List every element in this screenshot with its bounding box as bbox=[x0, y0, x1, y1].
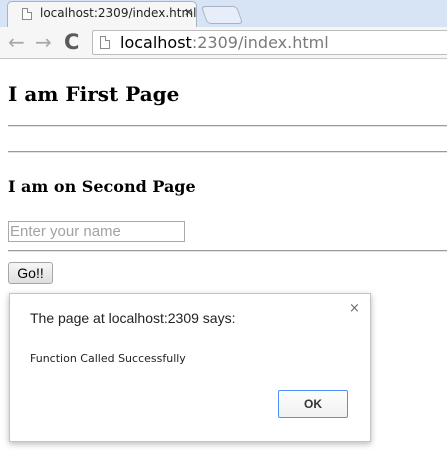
go-button[interactable]: Go!! bbox=[8, 262, 53, 284]
tab-strip: localhost:2309/index.html ✕ bbox=[0, 0, 447, 27]
name-input[interactable] bbox=[8, 221, 185, 242]
active-tab[interactable]: localhost:2309/index.html ✕ bbox=[7, 1, 197, 27]
toolbar: ← → C localhost:2309/index.html bbox=[0, 27, 447, 59]
first-page-heading: I am First Page bbox=[8, 82, 180, 106]
alert-dialog: The page at localhost:2309 says: × Funct… bbox=[9, 293, 371, 442]
divider bbox=[8, 250, 447, 252]
divider bbox=[8, 125, 447, 127]
forward-icon[interactable]: → bbox=[35, 31, 52, 53]
tab-close-icon[interactable]: ✕ bbox=[184, 6, 193, 20]
page-icon bbox=[22, 8, 32, 20]
reload-icon[interactable]: C bbox=[64, 31, 79, 53]
address-bar[interactable]: localhost:2309/index.html bbox=[92, 30, 447, 55]
back-icon[interactable]: ← bbox=[8, 31, 25, 53]
address-url: localhost:2309/index.html bbox=[120, 33, 329, 53]
divider bbox=[8, 151, 447, 153]
dialog-message: Function Called Successfully bbox=[30, 352, 186, 365]
close-icon[interactable]: × bbox=[349, 301, 360, 317]
second-page-heading: I am on Second Page bbox=[8, 177, 196, 196]
url-host: localhost bbox=[120, 33, 192, 52]
page-icon bbox=[100, 36, 110, 49]
browser-window: localhost:2309/index.html ✕ ← → C localh… bbox=[0, 0, 447, 454]
tab-title: localhost:2309/index.html bbox=[40, 6, 197, 20]
url-path: :2309/index.html bbox=[191, 33, 329, 52]
dialog-title: The page at localhost:2309 says: bbox=[30, 310, 236, 326]
new-tab-button[interactable] bbox=[200, 6, 244, 24]
ok-button[interactable]: OK bbox=[278, 390, 348, 418]
